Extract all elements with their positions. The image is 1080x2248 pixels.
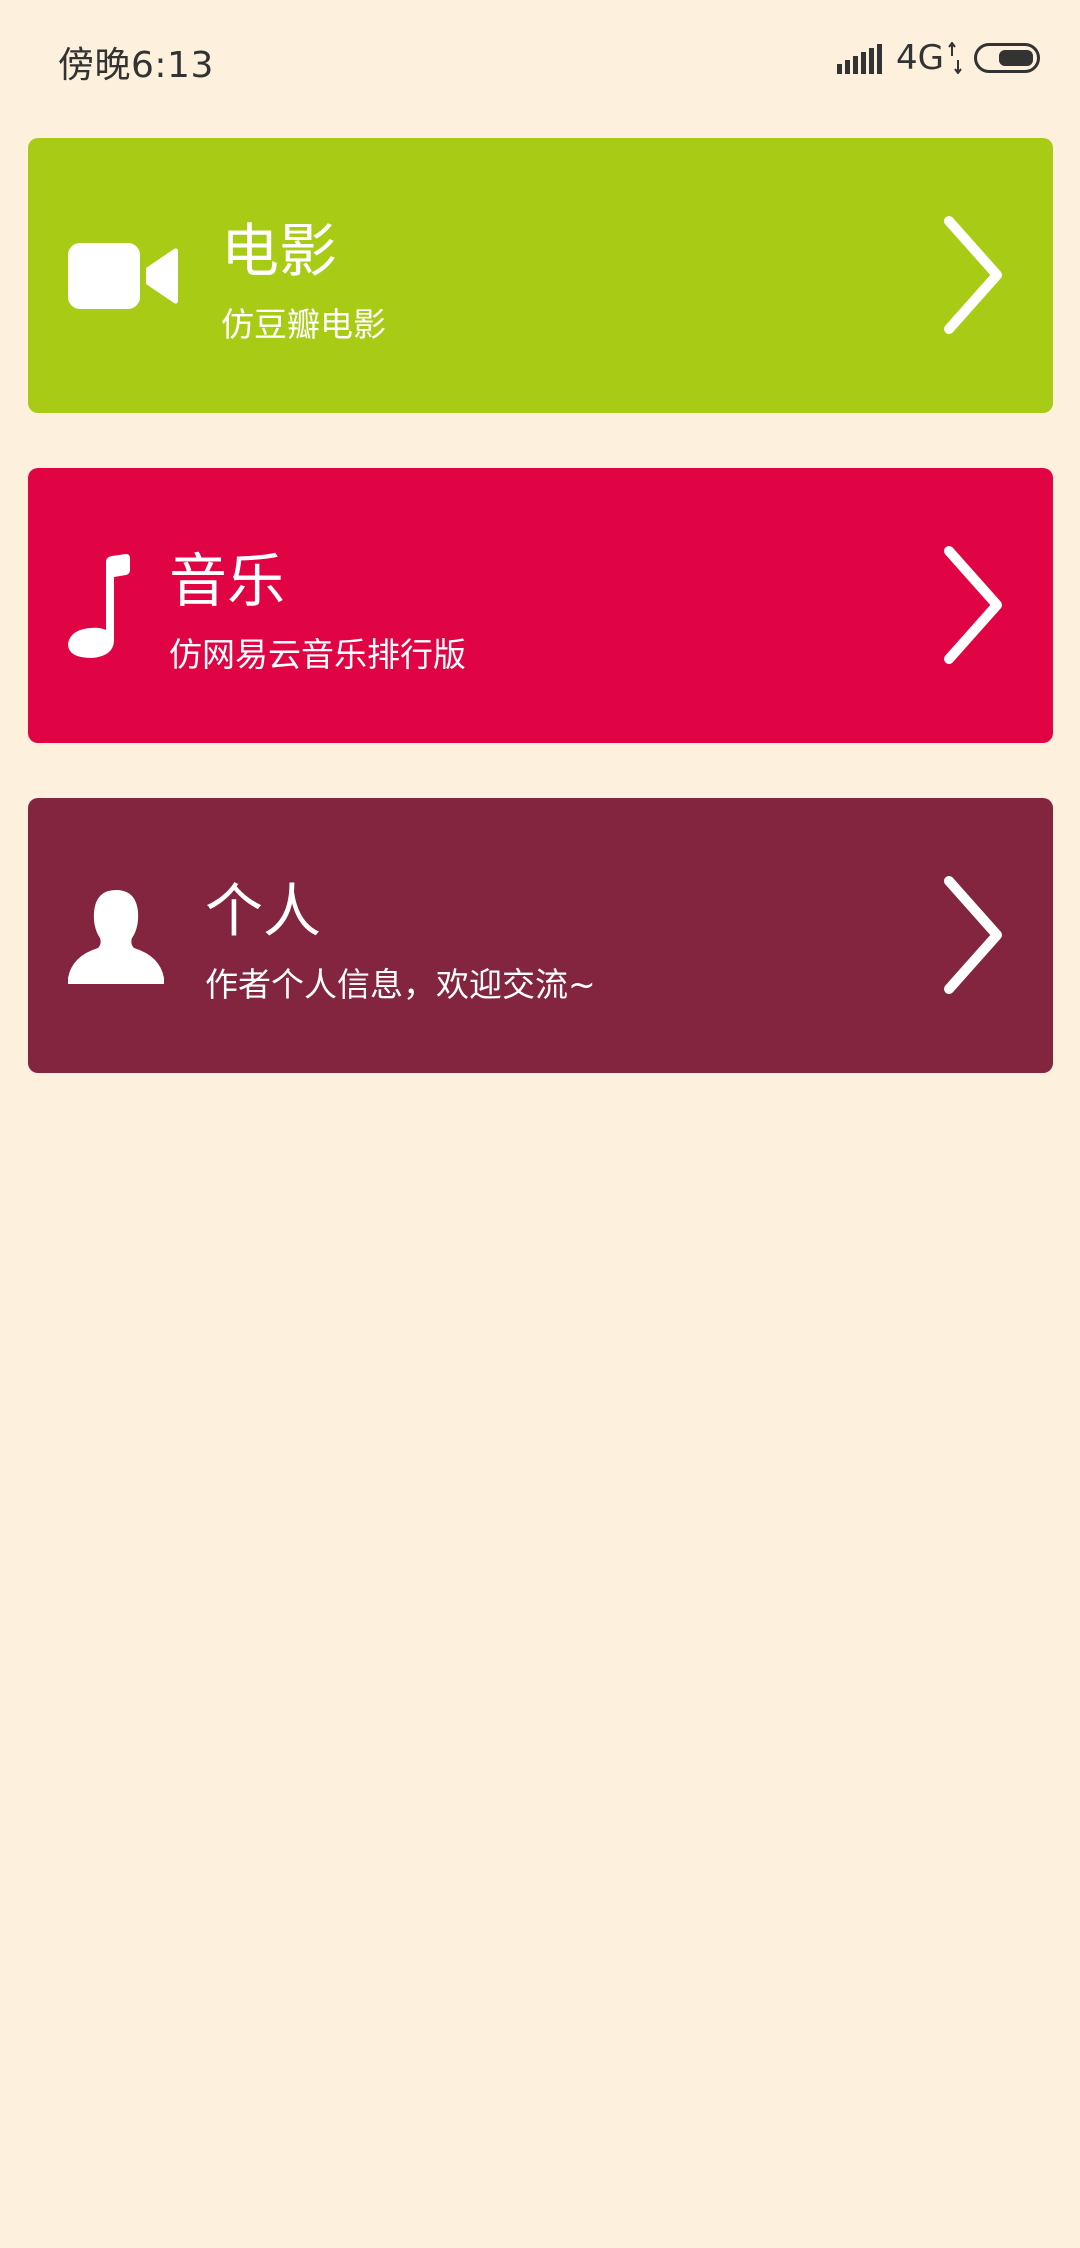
person-card[interactable]: 个人 作者个人信息，欢迎交流~: [28, 798, 1053, 1073]
movie-card[interactable]: 电影 仿豆瓣电影: [28, 138, 1053, 413]
video-camera-icon: [68, 138, 178, 413]
battery-icon: [974, 43, 1040, 73]
signal-bars-icon: [837, 42, 883, 74]
network-type-label: 4G: [896, 38, 944, 78]
music-card-subtitle: 仿网易云音乐排行版: [169, 635, 466, 674]
person-card-title: 个人: [205, 877, 322, 945]
music-note-icon: [68, 468, 130, 743]
status-time: 傍晚6:13: [58, 45, 214, 86]
data-activity-icon: [948, 42, 962, 74]
person-icon: [68, 798, 164, 1073]
chevron-right-icon: [944, 876, 1002, 994]
music-card[interactable]: 音乐 仿网易云音乐排行版: [28, 468, 1053, 743]
person-card-subtitle: 作者个人信息，欢迎交流~: [205, 965, 596, 1004]
music-card-title: 音乐: [169, 547, 286, 615]
chevron-right-icon: [944, 546, 1002, 664]
status-bar: 傍晚6:13 4G: [0, 0, 1080, 120]
chevron-right-icon: [944, 216, 1002, 334]
status-indicators: 4G: [837, 38, 1040, 78]
movie-card-title: 电影: [221, 217, 338, 285]
movie-card-subtitle: 仿豆瓣电影: [221, 305, 386, 344]
battery-level: [999, 50, 1033, 66]
